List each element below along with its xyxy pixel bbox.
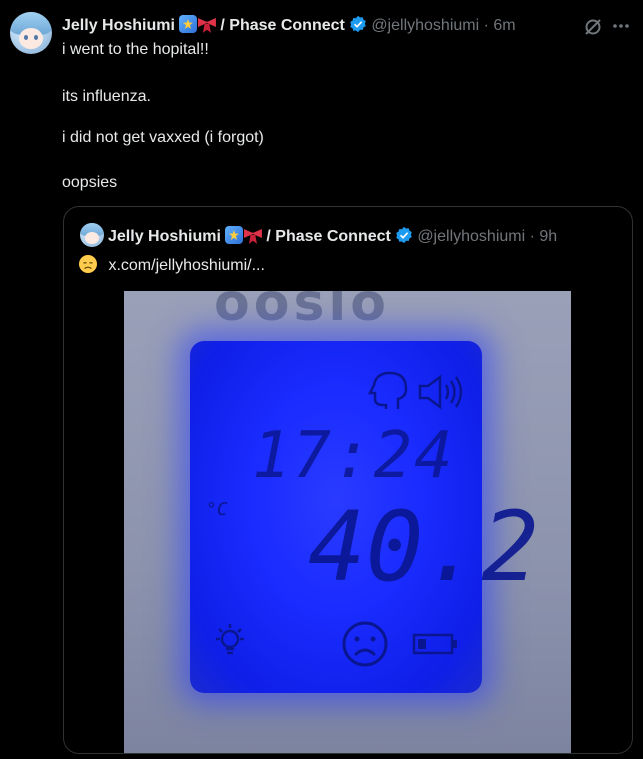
author-affiliation[interactable]: / Phase Connect — [220, 17, 344, 34]
thermometer-screen: 17:24 °C 40.2 — [190, 341, 539, 693]
ribbon-emoji-icon — [198, 17, 216, 33]
time-display: 17:24 — [252, 419, 455, 493]
disappointed-face-icon — [79, 255, 97, 273]
speaker-icon — [418, 374, 463, 410]
device-brand-logo: ooslo — [214, 291, 390, 333]
quoted-post[interactable]: Jelly Hoshiumi / Phase Connect @jellyhos… — [63, 206, 633, 754]
author-affiliation[interactable]: / Phase Connect — [266, 228, 390, 245]
avatar[interactable] — [10, 12, 52, 54]
unit-label: °C — [206, 499, 228, 520]
thermometer-photo[interactable]: ooslo 17:24 °C 40.2 — [124, 291, 571, 753]
separator-dot: · — [483, 17, 489, 34]
post-time[interactable]: 9h — [539, 228, 557, 245]
quote-text: x.com/jellyhoshiumi/... — [78, 254, 265, 275]
author-handle[interactable]: @jellyhoshiumi — [371, 17, 479, 34]
author-name[interactable]: Jelly Hoshiumi — [108, 228, 221, 245]
temperature-display: 40.2 — [308, 491, 540, 603]
more-icon[interactable] — [612, 23, 630, 29]
battery-icon — [412, 633, 457, 655]
rocket-star-emoji-icon — [224, 226, 243, 244]
post-text-line: its influenza. — [62, 88, 151, 105]
post-text-line: oopsies — [62, 174, 118, 191]
grok-icon[interactable] — [583, 17, 603, 37]
author-name[interactable]: Jelly Hoshiumi — [62, 17, 175, 34]
post-header: Jelly Hoshiumi / Phase Connect @jellyhos… — [62, 15, 516, 35]
sad-face-icon — [342, 621, 388, 667]
lightbulb-icon — [216, 624, 244, 655]
avatar[interactable] — [80, 223, 104, 247]
separator-dot: · — [529, 228, 535, 245]
head-icon — [368, 371, 408, 409]
ribbon-emoji-icon — [244, 228, 262, 244]
post-time[interactable]: 6m — [493, 17, 515, 34]
quote-header: Jelly Hoshiumi / Phase Connect @jellyhos… — [108, 226, 557, 246]
rocket-star-emoji-icon — [178, 15, 197, 33]
quote-link[interactable]: x.com/jellyhoshiumi/... — [108, 257, 265, 274]
author-handle[interactable]: @jellyhoshiumi — [417, 228, 525, 245]
post-text-line: i did not get vaxxed (i forgot) — [62, 129, 264, 146]
verified-badge-icon — [350, 15, 366, 33]
post-text-line: i went to the hopital!! — [62, 41, 209, 58]
verified-badge-icon — [396, 226, 412, 244]
